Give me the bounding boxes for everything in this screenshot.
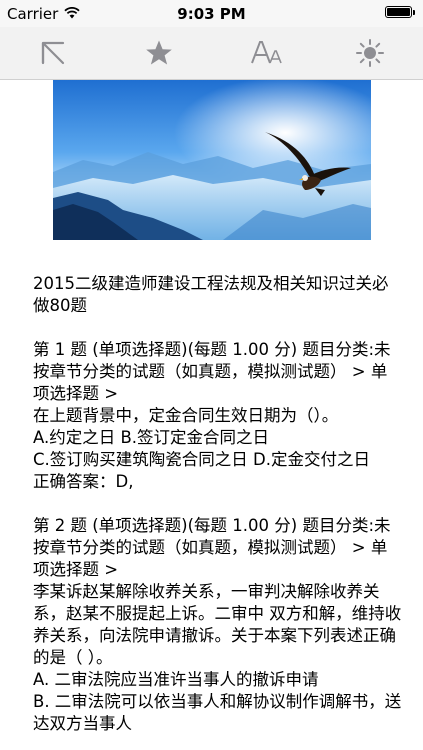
star-icon[interactable]: [142, 37, 176, 69]
q1-header: 第 1 题 (单项选择题)(每题 1.00 分) 题目分类:未按章节分类的试题（…: [33, 340, 391, 403]
reader-toolbar: [0, 27, 423, 80]
eagle-mountain-image: [53, 80, 371, 240]
q1-answer: 正确答案：D,: [33, 472, 134, 491]
article-title: 2015二级建造师建设工程法规及相关知识过关必做80题: [33, 274, 389, 315]
status-time: 9:03 PM: [177, 5, 246, 23]
brightness-icon[interactable]: [353, 37, 387, 69]
q1-options-cd: C.签订购买建筑陶瓷合同之日 D.定金交付之日: [33, 450, 370, 469]
article-body: 2015二级建造师建设工程法规及相关知识过关必做80题 第 1 题 (单项选择题…: [33, 273, 403, 735]
exit-arrow-icon[interactable]: [36, 37, 70, 69]
q2-header: 第 2 题 (单项选择题)(每题 1.00 分) 题目分类:未按章节分类的试题（…: [33, 516, 391, 579]
q2-option-a: A. 二审法院应当准许当事人的撤诉申请: [33, 670, 319, 689]
q1-stem: 在上题背景中，定金合同生效日期为（）。: [33, 406, 339, 425]
q2-option-b: B. 二审法院可以依当事人和解协议制作调解书，送达双方当事人: [33, 692, 402, 733]
q1-options-ab: A.约定之日 B.签订定金合同之日: [33, 428, 270, 447]
font-size-icon[interactable]: [247, 37, 287, 69]
status-bar: Carrier 9:03 PM: [0, 0, 423, 27]
battery-icon: [385, 6, 415, 18]
q2-stem: 李某诉赵某解除收养关系，一审判决解除收养关系，赵某不服提起上诉。二审中 双方和解…: [33, 582, 402, 667]
